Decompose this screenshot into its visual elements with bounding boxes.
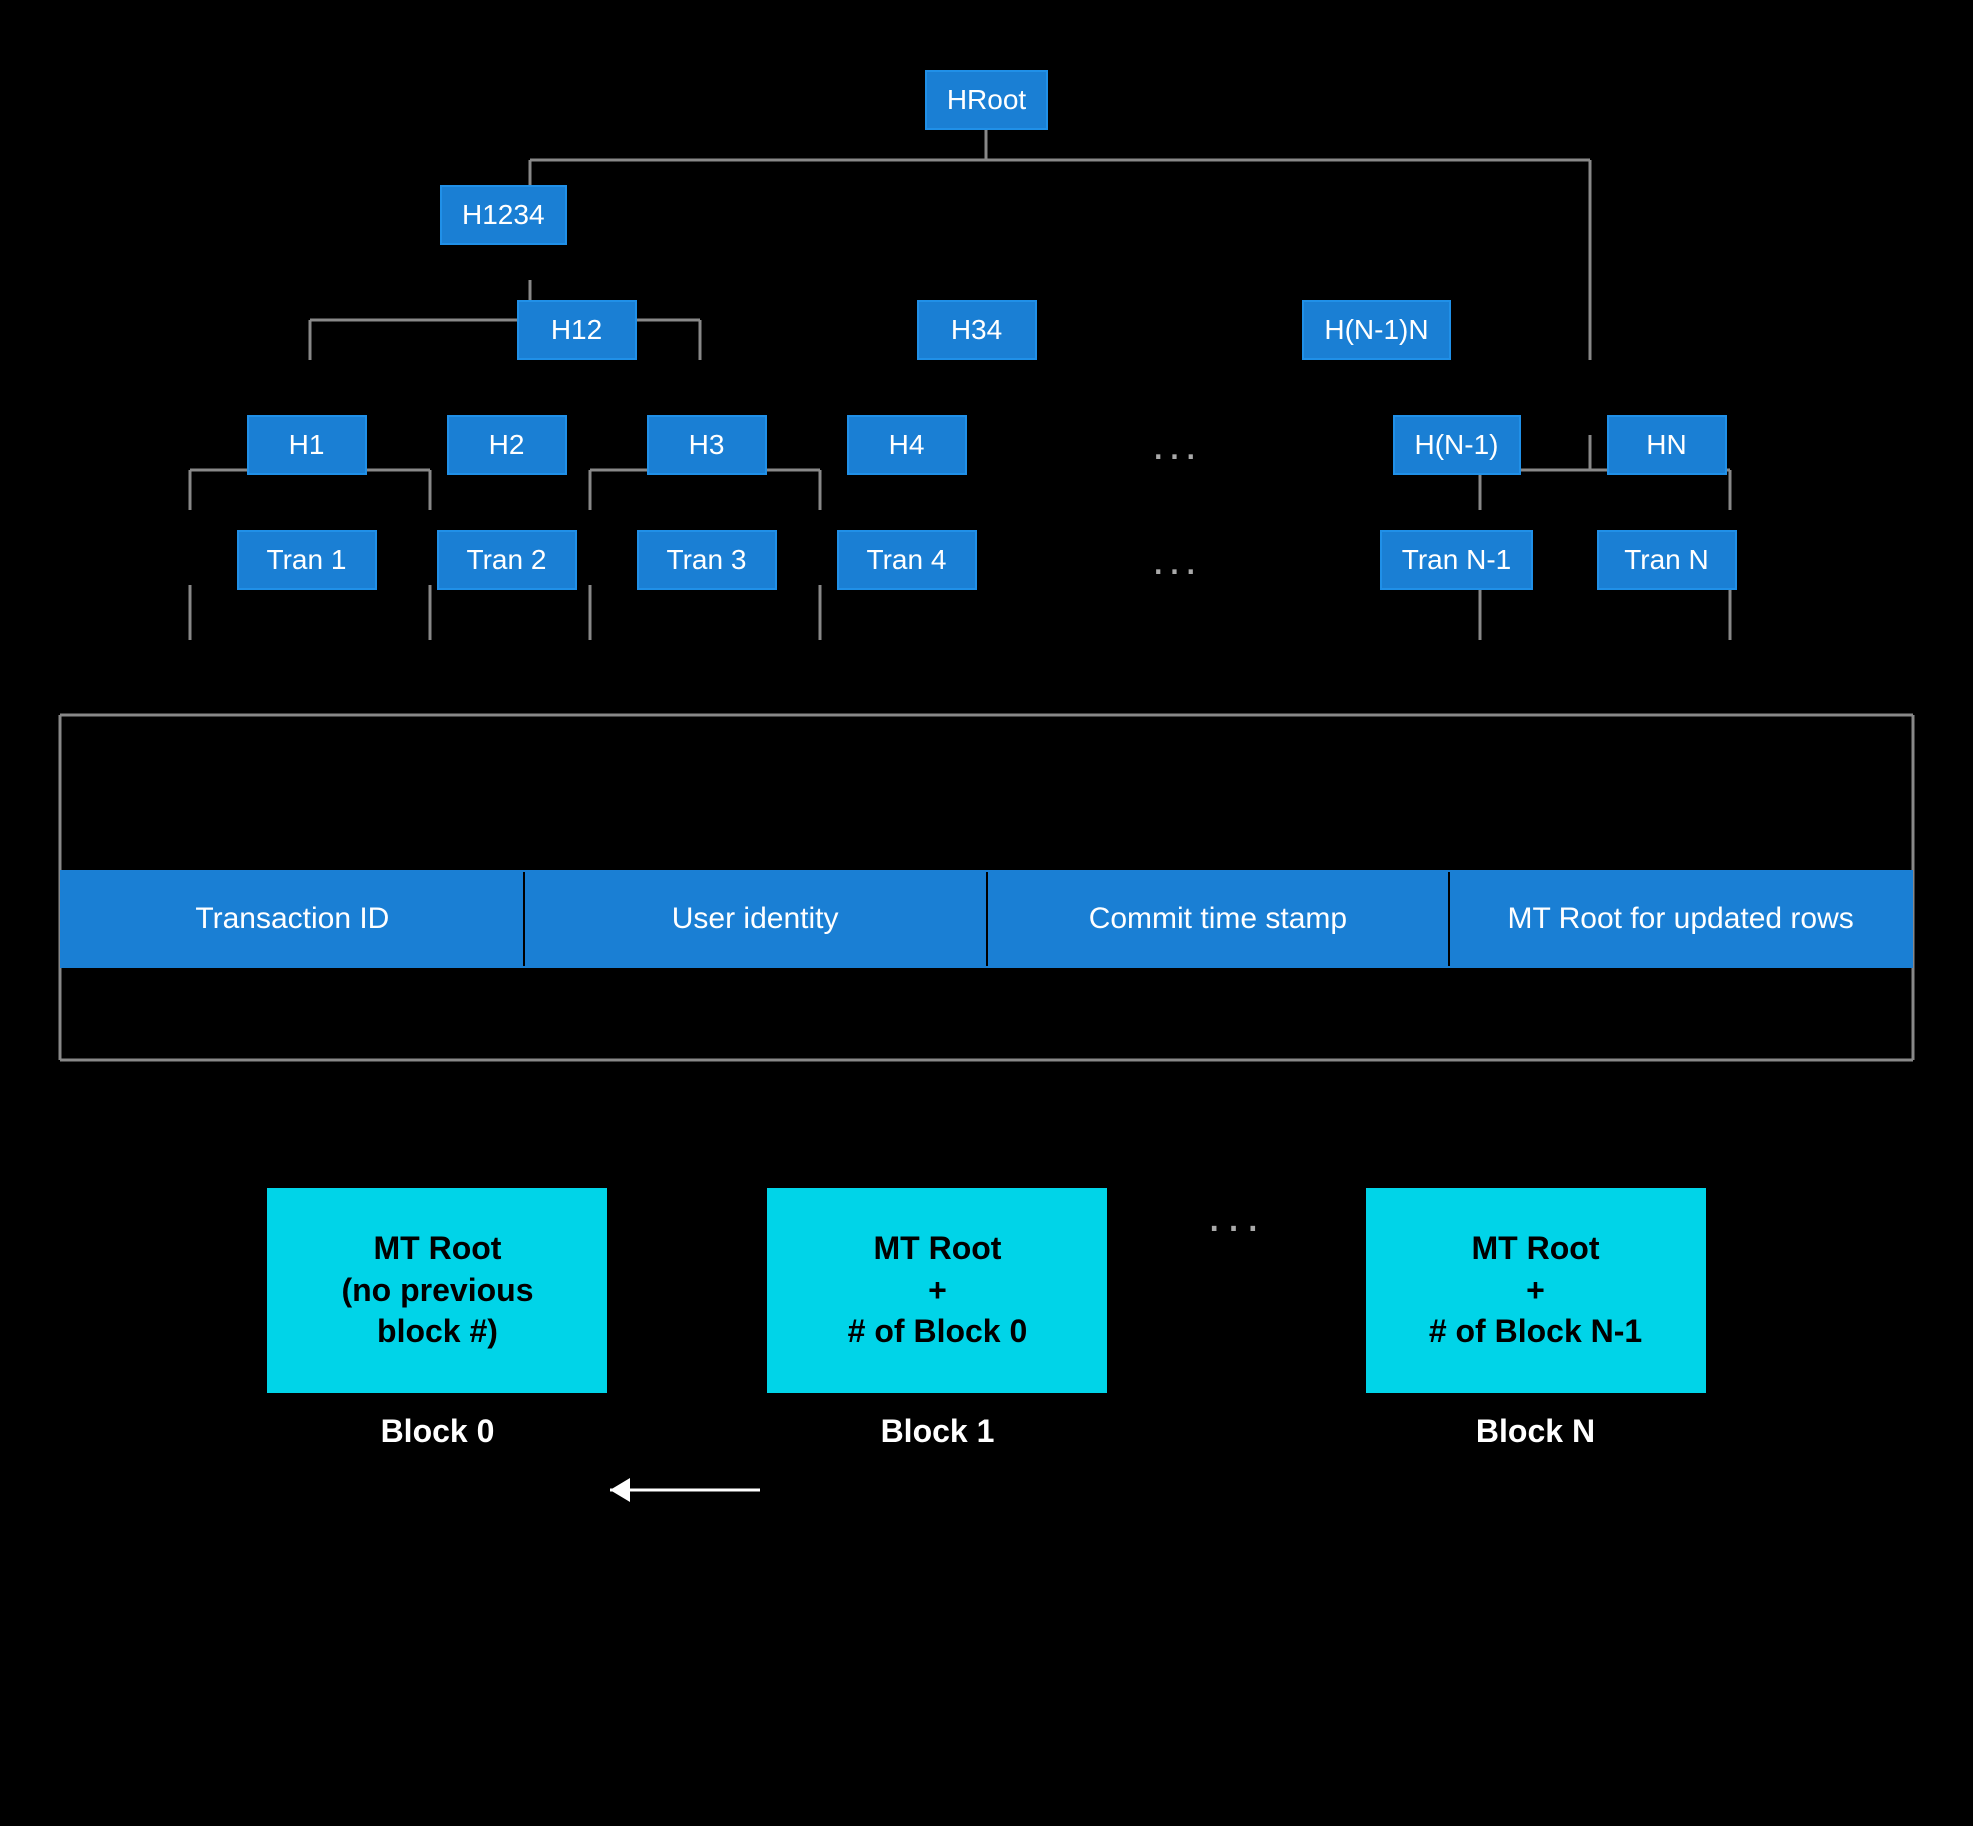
block-n-column: MT Root + # of Block N-1 Block N — [1346, 1188, 1726, 1450]
field-mt-root: MT Root for updated rows — [1450, 872, 1911, 966]
block-1-title: Block 1 — [881, 1413, 995, 1450]
level-1-row: H1234 — [0, 185, 1973, 245]
level-0-row: HRoot — [0, 70, 1973, 130]
node-hroot: HRoot — [925, 70, 1048, 130]
node-hn1n: H(N-1)N — [1302, 300, 1450, 360]
content-layer: HRoot H1234 H12 H34 H(N-1)N H1 H2 — [0, 40, 1973, 1450]
level4-dots: ... — [1152, 535, 1201, 585]
block-n-title: Block N — [1476, 1413, 1595, 1450]
node-h4: H4 — [847, 415, 967, 475]
diagram-container: HRoot H1234 H12 H34 H(N-1)N H1 H2 — [0, 0, 1973, 1826]
node-hn: HN — [1607, 415, 1727, 475]
level-3-row: H1 H2 H3 H4 ... H(N-1) HN — [0, 415, 1973, 475]
node-trann1: Tran N-1 — [1380, 530, 1533, 590]
node-h2: H2 — [447, 415, 567, 475]
node-tran1: Tran 1 — [237, 530, 377, 590]
transaction-record: Transaction ID User identity Commit time… — [60, 870, 1913, 968]
node-h1: H1 — [247, 415, 367, 475]
node-h1234: H1234 — [440, 185, 567, 245]
block-0-column: MT Root (no previous block #) Block 0 — [247, 1188, 627, 1450]
blocks-dots: ... — [1207, 1188, 1265, 1243]
node-h34: H34 — [917, 300, 1037, 360]
field-user-identity: User identity — [525, 872, 988, 966]
block-1-label: MT Root + # of Block 0 — [848, 1228, 1028, 1353]
block-0-box: MT Root (no previous block #) — [267, 1188, 607, 1393]
node-h12: H12 — [517, 300, 637, 360]
blocks-section: MT Root (no previous block #) Block 0 MT… — [0, 1188, 1973, 1450]
node-tran4: Tran 4 — [837, 530, 977, 590]
block-n-label: MT Root + # of Block N-1 — [1429, 1228, 1642, 1353]
node-trann: Tran N — [1597, 530, 1737, 590]
node-tran2: Tran 2 — [437, 530, 577, 590]
level-4-row: Tran 1 Tran 2 Tran 3 Tran 4 ... Tran N-1… — [0, 530, 1973, 590]
node-hn1: H(N-1) — [1393, 415, 1521, 475]
level-2-row: H12 H34 H(N-1)N — [0, 300, 1973, 360]
field-commit-timestamp: Commit time stamp — [988, 872, 1451, 966]
block-n-box: MT Root + # of Block N-1 — [1366, 1188, 1706, 1393]
block-0-label: MT Root (no previous block #) — [341, 1228, 533, 1353]
node-tran3: Tran 3 — [637, 530, 777, 590]
block-1-box: MT Root + # of Block 0 — [767, 1188, 1107, 1393]
block-0-title: Block 0 — [381, 1413, 495, 1450]
level3-dots: ... — [1152, 420, 1201, 470]
field-transaction-id: Transaction ID — [62, 872, 525, 966]
block-1-column: MT Root + # of Block 0 Block 1 — [747, 1188, 1127, 1450]
node-h3: H3 — [647, 415, 767, 475]
